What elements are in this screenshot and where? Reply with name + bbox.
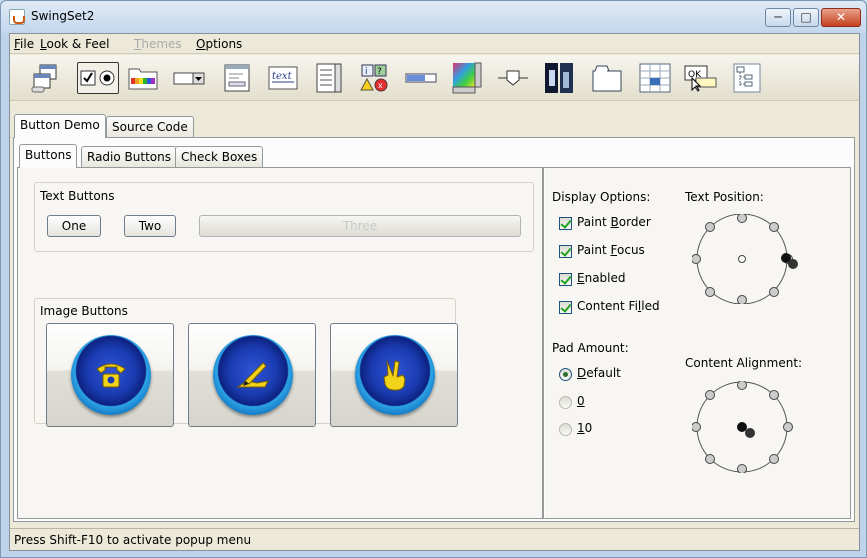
svg-text:i: i (365, 67, 368, 77)
slider-icon[interactable] (496, 62, 530, 94)
one-button[interactable]: One (47, 215, 101, 237)
align-left (692, 422, 701, 432)
tab-buttons[interactable]: Buttons (19, 144, 78, 168)
status-bar: Press Shift-F10 to activate popup menu (10, 528, 859, 550)
menu-bar: File Look & Feel Themes Options (10, 34, 859, 54)
svg-text:?: ? (377, 67, 382, 77)
content-alignment-title: Content Alignment: (685, 356, 803, 370)
java-cup-icon (9, 9, 25, 25)
peace-icon (355, 335, 435, 415)
phone-icon (71, 335, 151, 415)
option-pane-icon[interactable]: i? x (358, 62, 392, 94)
tabbed-pane-icon[interactable] (590, 62, 624, 94)
panel-divider (542, 168, 545, 518)
pad-0-radio[interactable] (559, 396, 572, 409)
pad-10-label: 10 (577, 421, 593, 435)
tab-radio-buttons[interactable]: Radio Buttons (81, 146, 177, 168)
window-title: SwingSet2 (31, 9, 95, 23)
text-position-title: Text Position: (685, 190, 764, 204)
progress-bar-icon[interactable] (404, 62, 438, 94)
image-buttons-title: Image Buttons (40, 304, 128, 318)
content-frame: File Look & Feel Themes Options text i ?… (9, 33, 860, 551)
selection-shadow (788, 259, 798, 269)
align-center-selected (737, 422, 747, 432)
position-top-right (769, 222, 779, 232)
position-bottom-right (769, 287, 779, 297)
content-filled-checkbox[interactable] (559, 301, 572, 314)
position-center (738, 255, 746, 263)
html-text-icon[interactable]: text (266, 62, 300, 94)
status-text: Press Shift-F10 to activate popup menu (14, 533, 252, 547)
table-icon[interactable] (638, 62, 672, 94)
phone-image-button[interactable] (46, 323, 174, 427)
button-demo-icon[interactable] (77, 62, 119, 94)
enabled-checkbox[interactable] (559, 273, 572, 286)
position-bottom-left (705, 287, 715, 297)
internal-frame-icon[interactable] (30, 62, 64, 94)
color-chooser-icon[interactable] (126, 62, 160, 94)
split-pane-icon[interactable] (542, 62, 576, 94)
content-filled-label: Content Filled (577, 299, 660, 313)
position-top-left (705, 222, 715, 232)
maximize-button[interactable]: □ (793, 8, 819, 27)
peace-image-button[interactable] (330, 323, 458, 427)
position-left (692, 254, 701, 264)
paint-border-checkbox[interactable] (559, 217, 572, 230)
position-top (737, 214, 747, 223)
align-bottom-right (769, 454, 779, 464)
paint-focus-checkbox[interactable] (559, 245, 572, 258)
menu-look-and-feel[interactable]: Look & Feel (40, 37, 109, 51)
write-icon (213, 335, 293, 415)
text-position-selector[interactable] (692, 214, 802, 304)
tab-button-demo[interactable]: Button Demo (14, 114, 106, 138)
menu-options[interactable]: Options (196, 37, 242, 51)
file-chooser-icon[interactable] (220, 62, 254, 94)
pad-10-radio[interactable] (559, 423, 572, 436)
text-buttons-title: Text Buttons (40, 189, 115, 203)
combobox-icon[interactable] (172, 62, 206, 94)
pad-0-label: 0 (577, 394, 585, 408)
close-button[interactable]: ✕ (821, 8, 861, 27)
align-top (737, 381, 747, 390)
title-bar[interactable]: SwingSet2 ─ □ ✕ (1, 1, 866, 33)
minimize-button[interactable]: ─ (765, 8, 791, 27)
svg-text:text: text (272, 71, 293, 82)
pad-default-radio[interactable] (559, 368, 572, 381)
pad-amount-title: Pad Amount: (552, 341, 629, 355)
three-button: Three (199, 215, 521, 237)
tooltip-icon[interactable]: OK (684, 62, 718, 94)
svg-text:x: x (378, 81, 383, 90)
align-bottom (737, 464, 747, 473)
content-alignment-selector[interactable] (692, 381, 802, 473)
write-image-button[interactable] (188, 323, 316, 427)
menu-themes: Themes (134, 37, 182, 51)
position-bottom (737, 295, 747, 304)
menu-file[interactable]: File (14, 37, 34, 51)
app-window: SwingSet2 ─ □ ✕ File Look & Feel Themes … (0, 0, 867, 558)
align-top-left (705, 390, 715, 400)
display-options-title: Display Options: (552, 190, 651, 204)
demo-toolbar: text i? x OK (10, 55, 859, 101)
tab-check-boxes[interactable]: Check Boxes (175, 146, 264, 168)
enabled-label: Enabled (577, 271, 626, 285)
scroll-pane-icon[interactable] (450, 62, 484, 94)
tree-icon[interactable] (730, 62, 764, 94)
paint-border-label: Paint Border (577, 215, 651, 229)
align-right (783, 422, 793, 432)
list-icon[interactable] (312, 62, 346, 94)
align-bottom-left (705, 454, 715, 464)
paint-focus-label: Paint Focus (577, 243, 645, 257)
align-top-right (769, 390, 779, 400)
two-button[interactable]: Two (124, 215, 176, 237)
pad-default-label: Default (577, 366, 621, 380)
tab-source-code[interactable]: Source Code (106, 116, 194, 138)
selection-shadow (745, 428, 755, 438)
